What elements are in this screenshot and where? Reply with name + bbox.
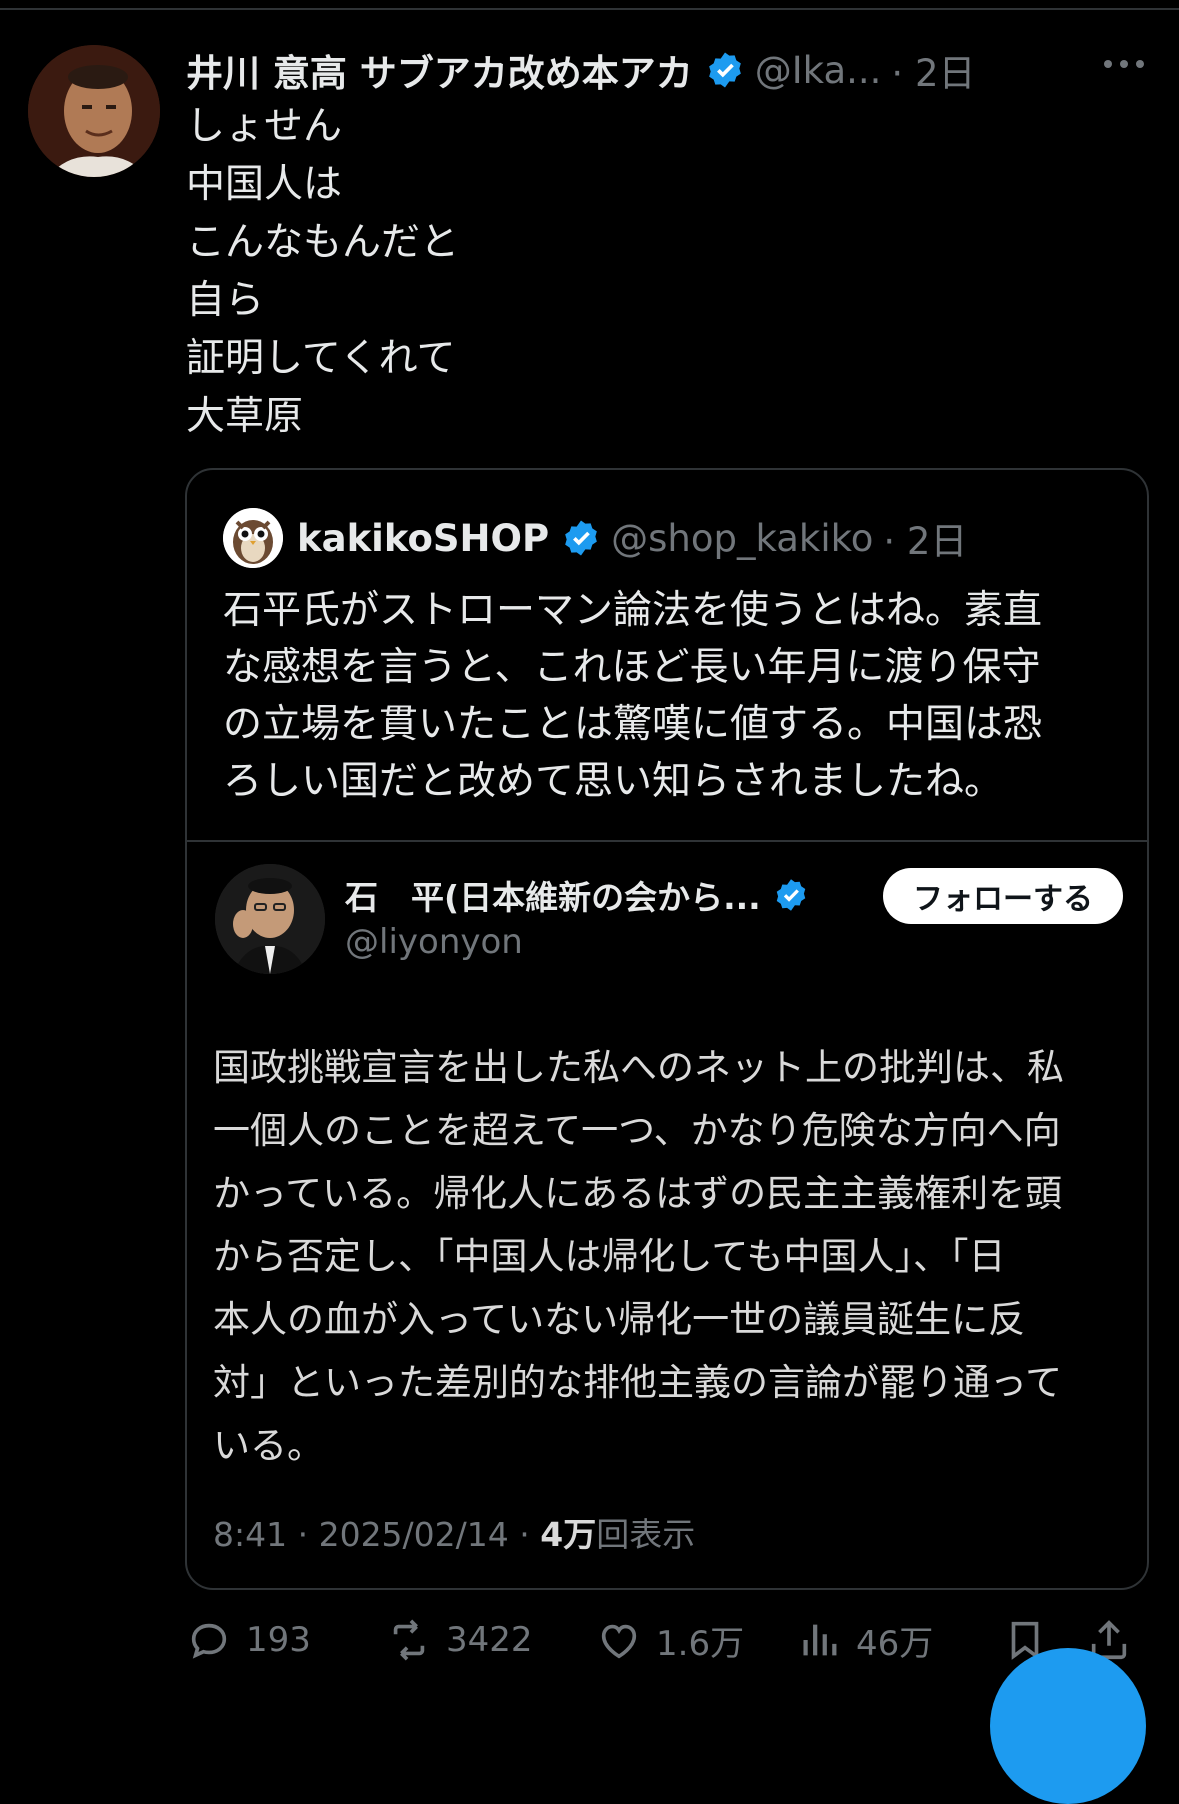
- like-icon: [601, 1624, 637, 1659]
- tweet-line: 証明してくれて: [186, 336, 456, 381]
- verified-badge-icon: [561, 518, 601, 558]
- quote-line: ろしい国だと改めて思い知らされましたね。: [223, 759, 1004, 804]
- views-count: 46万: [856, 1623, 934, 1664]
- quote-line: の立場を貫いたことは驚嘆に値する。中国は恐: [223, 702, 1043, 747]
- quote-line: 石平氏がストローマン論法を使うとはね。素直: [223, 588, 1043, 633]
- author-avatar[interactable]: [28, 45, 160, 177]
- embed-author-name: 石 平(日本維新の会から...: [345, 878, 761, 917]
- quote-time[interactable]: · 2日: [883, 511, 967, 565]
- repost-count: 3422: [446, 1620, 533, 1660]
- embed-timestamp: 8:41 · 2025/02/14 ·: [213, 1515, 541, 1554]
- quote-avatar[interactable]: [223, 508, 283, 568]
- quote-author-name[interactable]: kakikoSHOP: [297, 517, 549, 560]
- reply-button[interactable]: 193: [186, 1612, 311, 1668]
- embed-view-label: 回表示: [596, 1515, 696, 1554]
- embed-line: いる。: [213, 1424, 324, 1467]
- tweet-line: しょせん: [186, 104, 343, 149]
- repost-icon: [393, 1619, 425, 1661]
- author-handle[interactable]: @Ika...: [755, 49, 882, 92]
- quote-text: 石平氏がストローマン論法を使うとはね。素直 な感想を言うと、これほど長い年月に渡…: [223, 582, 1123, 810]
- tweet-text: しょせん 中国人は こんなもんだと 自ら 証明してくれて 大草原: [186, 98, 886, 446]
- author-name[interactable]: 井川 意高 サブアカ改め本アカ: [186, 43, 693, 97]
- embed-author-handle: @liyonyon: [345, 922, 523, 962]
- follow-button[interactable]: フォローする: [883, 868, 1123, 924]
- embed-view-count: 4万: [540, 1515, 597, 1554]
- embed-avatar: [215, 864, 325, 974]
- compose-button[interactable]: [990, 1648, 1146, 1804]
- quote-author-handle[interactable]: @shop_kakiko: [611, 517, 873, 560]
- tweet-line: こんなもんだと: [186, 220, 460, 265]
- embed-line: から否定し、「中国人は帰化しても中国人」、「日: [213, 1235, 1006, 1278]
- quote-header: kakikoSHOP @shop_kakiko · 2日: [297, 506, 1117, 570]
- embed-header: 石 平(日本維新の会から...: [345, 870, 835, 920]
- like-button[interactable]: 1.6万: [596, 1612, 744, 1668]
- action-bar: 193 3422 1.6万 46万: [186, 1612, 1146, 1672]
- reply-icon: [191, 1623, 227, 1659]
- quote-line: な感想を言うと、これほど長い年月に渡り保守: [223, 645, 1041, 690]
- views-icon: [803, 1624, 837, 1656]
- embed-line: 国政挑戦宣言を出した私へのネット上の批判は、私: [213, 1046, 1064, 1089]
- more-icon[interactable]: [1100, 44, 1148, 84]
- like-count: 1.6万: [656, 1623, 745, 1664]
- top-divider: [0, 8, 1179, 10]
- embed-line: 一個人のことを超えて一つ、かなり危険な方向へ向: [213, 1109, 1061, 1152]
- tweet-line: 自ら: [186, 278, 265, 323]
- embed-text: 国政挑戦宣言を出した私へのネット上の批判は、私 一個人のことを超えて一つ、かなり…: [213, 1036, 1133, 1477]
- embed-line: 対」といった差別的な排他主義の言論が罷り通って: [213, 1361, 1063, 1404]
- tweet-line: 中国人は: [186, 162, 343, 207]
- tweet-time[interactable]: · 2日: [891, 43, 975, 97]
- repost-button[interactable]: 3422: [386, 1612, 533, 1668]
- views-button[interactable]: 46万: [796, 1612, 933, 1668]
- embed-line: 本人の血が入っていない帰化一世の議員誕生に反: [213, 1298, 1026, 1341]
- verified-badge-icon: [773, 877, 809, 913]
- tweet-header: 井川 意高 サブアカ改め本アカ @Ika... · 2日: [186, 40, 1076, 100]
- embed-line: かっている。帰化人にあるはずの民主主義権利を頭: [213, 1172, 1063, 1215]
- quoted-tweet[interactable]: kakikoSHOP @shop_kakiko · 2日 石平氏がストローマン論…: [185, 468, 1149, 1590]
- embed-meta: 8:41 · 2025/02/14 · 4万回表示: [213, 1508, 695, 1556]
- verified-badge-icon: [705, 50, 745, 90]
- tweet-line: 大草原: [186, 394, 304, 439]
- quote-divider: [187, 840, 1147, 842]
- reply-count: 193: [246, 1620, 311, 1660]
